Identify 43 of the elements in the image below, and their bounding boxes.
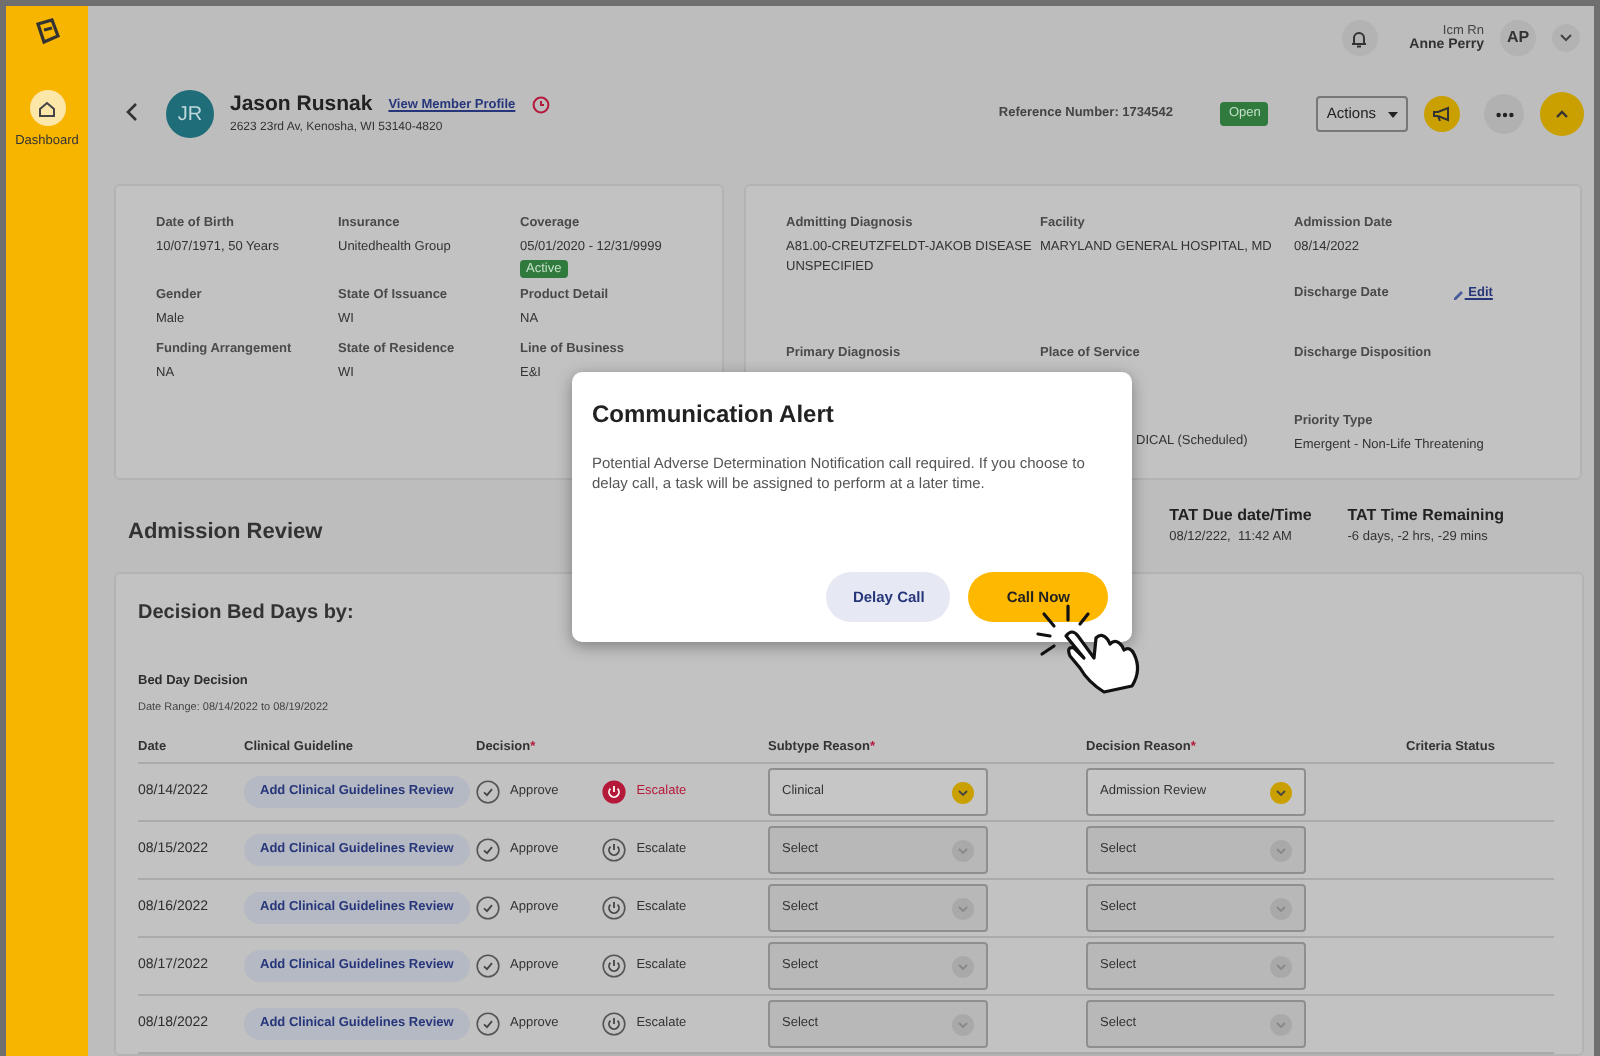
chevron-down-icon <box>958 1021 968 1027</box>
chevron-down-icon <box>1276 963 1286 969</box>
logo-icon <box>33 18 61 46</box>
patient-name: Jason Rusnak <box>230 89 373 120</box>
caret-icon <box>1388 111 1398 118</box>
check-circle-icon <box>476 780 500 804</box>
power-circle-icon <box>602 896 627 920</box>
chevron-down-icon <box>958 905 968 911</box>
check-circle-icon <box>476 954 500 978</box>
user-avatar[interactable]: AP <box>1500 20 1536 57</box>
patient-avatar: JR <box>166 90 214 139</box>
power-circle-icon <box>602 954 627 978</box>
chevron-down-icon <box>1276 1021 1286 1027</box>
user-menu-button[interactable] <box>1552 24 1580 53</box>
check-circle-icon <box>476 896 500 920</box>
chevron-down-icon <box>1560 34 1572 43</box>
chevron-down-icon <box>1276 905 1286 911</box>
clock-icon <box>531 96 550 115</box>
section-title: Admission Review <box>128 518 323 549</box>
tat-label: TAT Time Remaining <box>1347 504 1504 529</box>
more-button[interactable] <box>1484 94 1524 135</box>
dialog-title: Communication Alert <box>592 398 836 432</box>
announce-button[interactable] <box>1424 96 1460 133</box>
megaphone-icon <box>1432 106 1452 123</box>
more-icon <box>1495 111 1513 118</box>
check-circle-icon <box>476 838 500 862</box>
chevron-left-icon <box>126 102 138 123</box>
power-circle-icon <box>602 838 627 862</box>
chevron-down-icon <box>1276 847 1286 853</box>
chevron-down-icon <box>958 963 968 969</box>
tat-label: TAT Due date/Time <box>1169 504 1312 529</box>
card-title: Decision Bed Days by: <box>138 600 354 628</box>
chevron-up-icon <box>1556 110 1568 119</box>
notification-button[interactable] <box>1341 20 1378 57</box>
home-icon <box>38 99 56 117</box>
pencil-icon <box>1452 287 1465 300</box>
chevron-down-icon <box>958 789 968 795</box>
bell-icon <box>1350 29 1369 48</box>
chevron-down-icon <box>958 847 968 853</box>
power-circle-icon <box>602 1012 627 1036</box>
power-circle-icon <box>602 780 627 804</box>
chevron-down-icon <box>1276 789 1286 795</box>
check-circle-icon <box>476 1012 500 1036</box>
